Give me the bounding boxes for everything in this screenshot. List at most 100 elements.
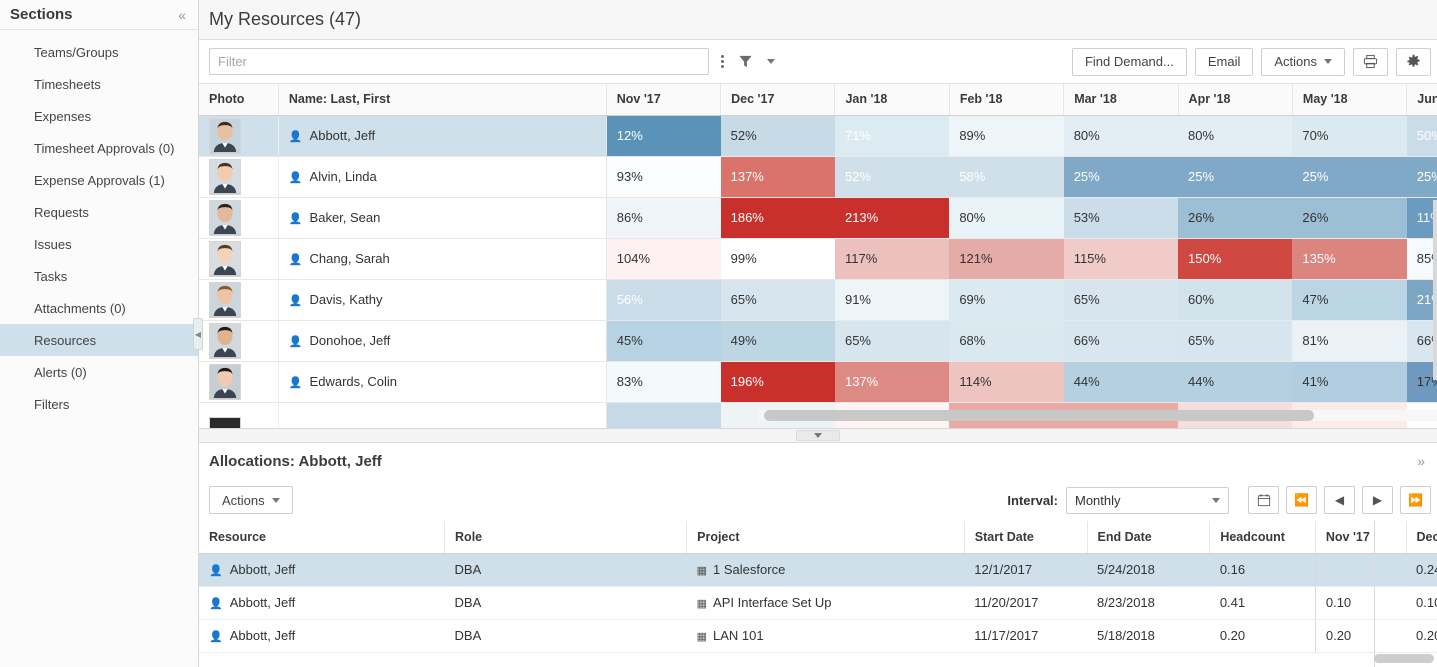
allocation-resource-cell[interactable]: 👤 Abbott, Jeff (199, 619, 445, 653)
utilization-cell[interactable]: 65% (1063, 279, 1179, 321)
utilization-cell[interactable]: 25% (1406, 156, 1437, 198)
table-row[interactable]: 👤Davis, Kathy56%65%91%69%65%60%47%21%12% (199, 279, 1437, 321)
utilization-cell[interactable]: 81% (1292, 320, 1407, 362)
chevron-down-icon[interactable] (767, 59, 775, 64)
allocation-period-cell[interactable]: 0.20 (1406, 619, 1437, 653)
utilization-cell[interactable]: 91% (834, 279, 950, 321)
allocations-column-header[interactable]: Role (444, 521, 688, 554)
resource-name-cell[interactable]: 👤 Baker, Sean (278, 197, 607, 239)
sidebar-item-filters[interactable]: Filters (0, 388, 198, 420)
sidebar-item-tasks[interactable]: Tasks (0, 260, 198, 292)
interval-select[interactable]: Monthly (1066, 486, 1229, 514)
allocations-column-header[interactable]: Resource (199, 521, 446, 554)
double-chevron-left-icon[interactable]: « (178, 8, 186, 22)
filter-funnel-icon[interactable] (738, 54, 753, 69)
sidebar-item-issues[interactable]: Issues (0, 228, 198, 260)
utilization-cell[interactable]: 99% (720, 238, 835, 280)
sidebar-item-expenses[interactable]: Expenses (0, 100, 198, 132)
utilization-cell[interactable]: 26% (1292, 197, 1407, 239)
allocation-period-cell[interactable] (1314, 553, 1406, 587)
sidebar-item-attachments-0[interactable]: Attachments (0) (0, 292, 198, 324)
resources-column-header[interactable]: May '18 (1292, 84, 1408, 116)
resource-name-cell[interactable]: 👤 Davis, Kathy (278, 279, 607, 321)
utilization-cell[interactable]: 12% (606, 115, 721, 157)
utilization-cell[interactable]: 93% (606, 156, 721, 198)
splitter-grip[interactable] (796, 430, 840, 441)
allocations-column-header[interactable]: Nov '17 (1315, 521, 1407, 554)
settings-button[interactable] (1396, 47, 1431, 76)
utilization-cell[interactable]: 60% (1178, 279, 1293, 321)
utilization-cell[interactable]: 58% (949, 156, 1064, 198)
allocation-period-cell[interactable]: 0.24 (1406, 553, 1437, 587)
utilization-cell[interactable]: 26% (1178, 197, 1293, 239)
utilization-cell[interactable]: 213% (834, 197, 950, 239)
utilization-cell[interactable]: 83% (606, 361, 721, 403)
utilization-cell[interactable]: 45% (606, 320, 721, 362)
filter-input[interactable] (209, 48, 709, 75)
utilization-cell[interactable]: 80% (949, 197, 1064, 239)
resources-vertical-scrollbar[interactable] (1433, 200, 1437, 380)
table-row[interactable]: 👤 Abbott, Jeff DBA ▦ API Interface Set Up 11/… (199, 586, 1437, 620)
utilization-cell[interactable]: 41% (1292, 361, 1407, 403)
allocations-actions-button[interactable]: Actions (209, 486, 293, 514)
find-demand-button[interactable]: Find Demand... (1071, 47, 1187, 76)
utilization-cell[interactable]: 117% (834, 238, 950, 280)
resources-column-header[interactable]: Nov '17 (606, 84, 722, 116)
utilization-cell[interactable]: 196% (720, 361, 835, 403)
allocation-resource-cell[interactable]: 👤 Abbott, Jeff (199, 586, 445, 620)
nav-prev-button[interactable]: ◀ (1324, 486, 1355, 514)
allocations-horizontal-scrollbar-thumb[interactable] (1374, 654, 1434, 663)
email-button[interactable]: Email (1194, 47, 1254, 76)
utilization-cell[interactable]: 80% (1178, 115, 1293, 157)
table-row[interactable]: 👤Baker, Sean86%186%213%80%53%26%26%11%1% (199, 197, 1437, 239)
resources-column-header[interactable]: Name: Last, First (278, 84, 607, 116)
sidebar-item-timesheets[interactable]: Timesheets (0, 68, 198, 100)
sidebar-item-expense-approvals-1[interactable]: Expense Approvals (1) (0, 164, 198, 196)
allocation-project-cell[interactable]: ▦ API Interface Set Up (686, 586, 965, 620)
utilization-cell[interactable]: 186% (720, 197, 835, 239)
utilization-cell[interactable]: 52% (834, 156, 950, 198)
calendar-button[interactable] (1248, 486, 1279, 514)
utilization-cell[interactable]: 69% (949, 279, 1064, 321)
utilization-cell[interactable]: 150% (1178, 238, 1293, 280)
utilization-cell[interactable]: 44% (1178, 361, 1293, 403)
utilization-cell[interactable]: 104% (606, 238, 721, 280)
table-row[interactable]: 👤Abbott, Jeff12%52%71%89%80%80%70%50%48% (199, 115, 1437, 157)
nav-first-button[interactable]: ⏪ (1286, 486, 1317, 514)
utilization-cell[interactable]: 70% (1292, 115, 1407, 157)
allocation-project-cell[interactable]: ▦ 1 Salesforce (686, 553, 965, 587)
utilization-cell[interactable]: 137% (834, 361, 950, 403)
resources-column-header[interactable]: Jan '18 (834, 84, 950, 116)
allocations-column-header[interactable]: Project (686, 521, 965, 554)
resource-name-cell[interactable]: 👤 Edwards, Colin (278, 361, 607, 403)
resources-column-header[interactable]: Dec '17 (720, 84, 836, 116)
allocation-project-cell[interactable]: ▦ LAN 101 (686, 619, 965, 653)
utilization-cell[interactable]: 121% (949, 238, 1064, 280)
table-row[interactable]: 👤 Abbott, Jeff DBA ▦ LAN 101 11/17/2017 5/18/2… (199, 619, 1437, 653)
utilization-cell[interactable]: 25% (1063, 156, 1179, 198)
horizontal-splitter[interactable] (199, 429, 1437, 443)
allocation-period-cell[interactable]: 0.20 (1314, 619, 1406, 653)
utilization-cell[interactable]: 47% (1292, 279, 1407, 321)
sidebar-item-timesheet-approvals-0[interactable]: Timesheet Approvals (0) (0, 132, 198, 164)
sidebar-item-requests[interactable]: Requests (0, 196, 198, 228)
utilization-cell[interactable]: 137% (720, 156, 835, 198)
utilization-cell[interactable]: 135% (1292, 238, 1407, 280)
sidebar-splitter-handle[interactable]: ◀ (193, 318, 203, 350)
allocations-column-header[interactable]: Headcount (1209, 521, 1316, 554)
utilization-cell[interactable]: 50% (1406, 115, 1437, 157)
resource-name-cell[interactable]: 👤 Alvin, Linda (278, 156, 607, 198)
resources-column-header[interactable]: Jun '18 (1406, 84, 1437, 116)
utilization-cell[interactable]: 52% (720, 115, 835, 157)
table-row[interactable]: 👤 Abbott, Jeff DBA ▦ 1 Salesforce 12/1/2017 5/… (199, 553, 1437, 587)
resources-column-header[interactable]: Mar '18 (1063, 84, 1179, 116)
sidebar-item-alerts-0[interactable]: Alerts (0) (0, 356, 198, 388)
allocations-column-header[interactable]: Dec '17 (1406, 521, 1437, 554)
double-chevron-down-icon[interactable]: » (1417, 454, 1425, 468)
utilization-cell[interactable]: 65% (834, 320, 950, 362)
utilization-cell[interactable]: 114% (949, 361, 1064, 403)
utilization-cell[interactable]: 65% (720, 279, 835, 321)
resources-column-header[interactable]: Photo (199, 84, 279, 116)
print-button[interactable] (1353, 47, 1388, 76)
nav-last-button[interactable]: ⏩ (1400, 486, 1431, 514)
